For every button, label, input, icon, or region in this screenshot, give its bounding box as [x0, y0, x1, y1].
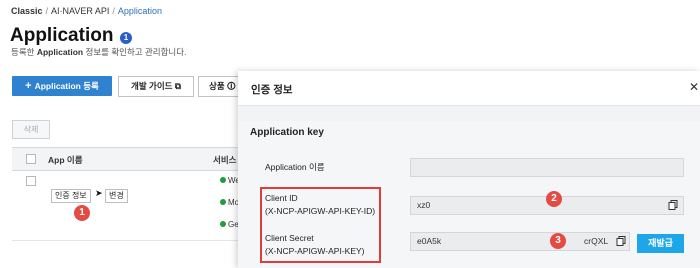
breadcrumb-root[interactable]: Classic	[11, 6, 43, 16]
auth-info-button[interactable]: 인증 정보	[51, 189, 91, 203]
column-service: 서비스	[213, 155, 237, 165]
copy-icon[interactable]	[615, 235, 627, 247]
dev-guide-button[interactable]: 개발 가이드 ⧉	[118, 76, 194, 97]
plus-icon: +	[25, 80, 32, 92]
row-checkbox[interactable]	[26, 176, 36, 186]
app-name-label: Application 이름	[265, 162, 325, 172]
delete-button[interactable]: 삭제	[12, 120, 50, 139]
modal-header: 인증 정보 ✕	[238, 71, 700, 106]
close-icon[interactable]: ✕	[689, 80, 699, 94]
modal-title: 인증 정보	[251, 84, 293, 96]
app-name-field	[410, 158, 684, 177]
client-secret-field: e0A5k crQXL	[410, 232, 630, 251]
status-dot-icon	[220, 199, 226, 205]
annotation-badge-1: 1	[74, 205, 90, 221]
select-all-checkbox[interactable]	[26, 154, 36, 164]
mouse-cursor-icon: ➤	[95, 188, 103, 198]
page-subtitle: 등록한 Application 정보를 확인하고 관리합니다.	[11, 47, 187, 57]
reissue-button[interactable]: 재발급	[637, 234, 684, 253]
breadcrumb: Classic / AI·NAVER API / Application	[11, 6, 162, 16]
page-title-count-badge: 1	[120, 32, 132, 44]
breadcrumb-current[interactable]: Application	[118, 6, 162, 16]
edit-button[interactable]: 변경	[105, 189, 128, 203]
annotation-badge-2: 2	[546, 191, 562, 207]
breadcrumb-section[interactable]: AI·NAVER API	[51, 6, 109, 16]
annotation-badge-3: 3	[550, 233, 566, 249]
table-row: 인증 정보 변경 Web Mob Geo	[12, 170, 244, 241]
page-title: Application	[10, 25, 114, 46]
section-title: Application key	[250, 127, 324, 138]
status-dot-icon	[220, 177, 226, 183]
table-header: App 이름 서비스	[12, 147, 238, 171]
copy-icon[interactable]	[667, 199, 679, 211]
highlight-box	[260, 187, 381, 263]
register-application-button[interactable]: + Application 등록	[12, 76, 112, 96]
column-app-name: App 이름	[48, 155, 83, 165]
external-link-icon: ⧉	[174, 81, 181, 91]
status-dot-icon	[220, 221, 226, 227]
